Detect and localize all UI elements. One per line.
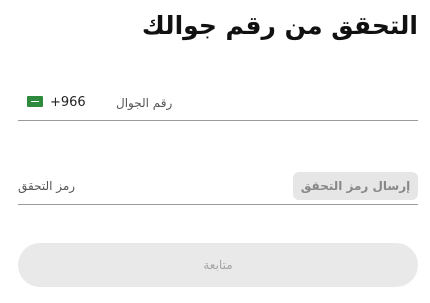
verify-phone-screen: التحقق من رقم جوالك رقم الجوال +966 رمز … xyxy=(0,0,430,303)
country-code[interactable]: +966 xyxy=(50,94,86,112)
verification-code-label: رمز التحقق xyxy=(18,179,76,193)
phone-number-field[interactable]: رقم الجوال +966 xyxy=(18,90,418,121)
verification-code-field[interactable]: رمز التحقق إرسال رمز التحقق xyxy=(18,172,418,205)
page-title: التحقق من رقم جوالك xyxy=(141,11,418,40)
saudi-flag-icon xyxy=(27,96,43,107)
send-code-button[interactable]: إرسال رمز التحقق xyxy=(293,172,418,200)
continue-button[interactable]: متابعة xyxy=(18,243,418,287)
phone-number-label: رقم الجوال xyxy=(116,96,173,110)
